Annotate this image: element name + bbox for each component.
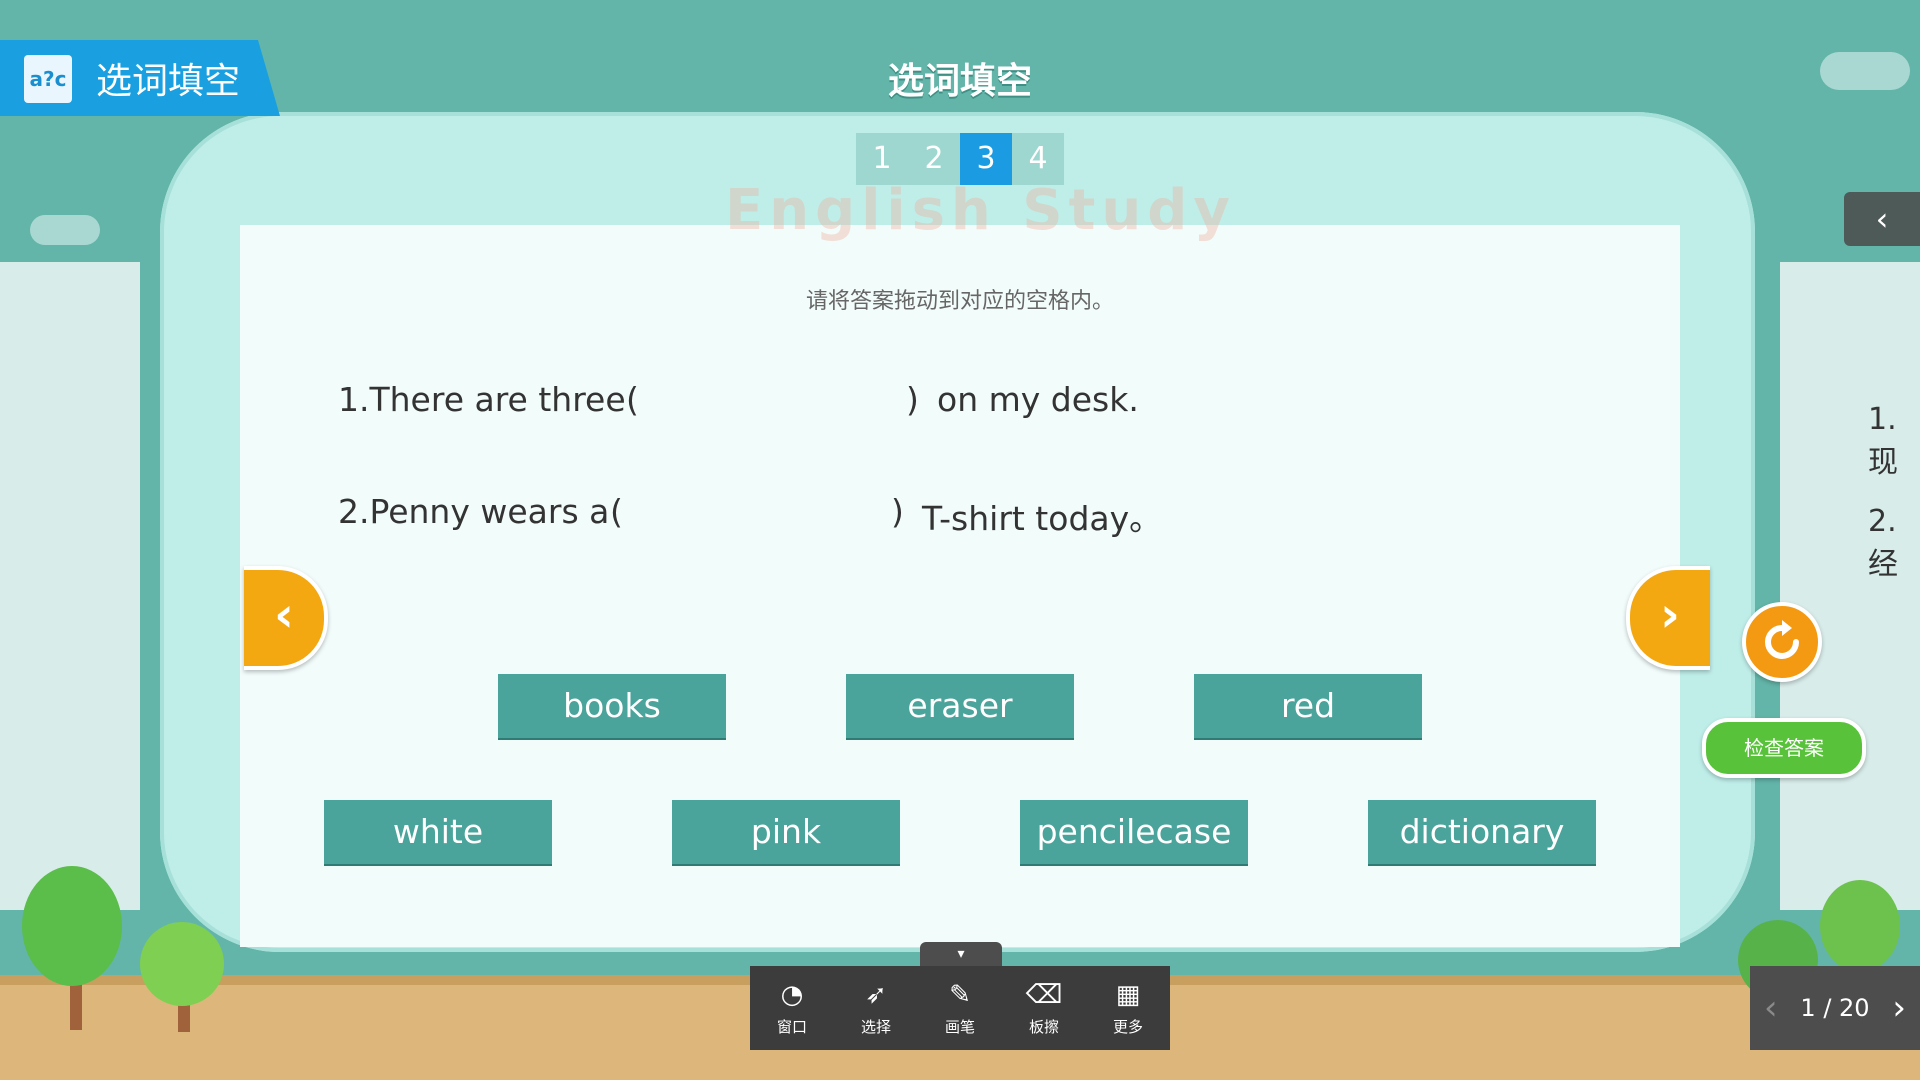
tool-select[interactable]: ➶ 选择 (834, 966, 918, 1050)
right-side-panel (1780, 262, 1920, 910)
tool-more[interactable]: ▦ 更多 (1086, 966, 1170, 1050)
tool-label: 板擦 (1028, 1017, 1059, 1036)
tool-label: 更多 (1112, 1017, 1143, 1036)
question-2-close-paren: ) (891, 492, 904, 531)
next-slide-peek-1: 1.现 (1868, 402, 1898, 480)
word-tile-pencilecase[interactable]: pencilecase (1020, 800, 1248, 864)
reset-button[interactable] (1742, 602, 1822, 682)
slide-pager: ‹ 1 / 20 › (1750, 966, 1920, 1050)
clock-icon: ◔ (780, 979, 804, 1010)
tab-3[interactable]: 3 (960, 133, 1012, 185)
chevron-right-icon: › (1660, 587, 1680, 643)
question-1-text: 1.There are three (338, 380, 626, 419)
question-2-tail: T-shirt today。 (922, 499, 1163, 538)
bottom-toolbar: ◔ 窗口 ➶ 选择 ✎ 画笔 ⌫ 板擦 ▦ 更多 (750, 966, 1170, 1050)
question-2-text: 2.Penny wears a (338, 492, 610, 531)
toolbar-collapse-handle[interactable]: ▾ (920, 942, 1002, 966)
pen-icon: ✎ (949, 979, 971, 1010)
word-tile-eraser[interactable]: eraser (846, 674, 1074, 738)
next-slide-peek-2: 2.经 (1868, 504, 1898, 582)
cloud (30, 215, 100, 245)
side-panel-toggle[interactable]: ‹ (1844, 192, 1920, 246)
refresh-icon (1765, 620, 1799, 659)
chevron-down-icon: ▾ (957, 946, 965, 962)
prev-slide-button[interactable]: ‹ (1764, 988, 1778, 1028)
eraser-icon: ⌫ (1025, 979, 1063, 1010)
instruction-text: 请将答案拖动到对应的空格内。 (805, 289, 1114, 314)
question-1-tail: on my desk. (937, 380, 1139, 419)
question-1-close-paren: ) (906, 380, 919, 419)
left-side-panel (0, 262, 140, 910)
chevron-left-icon: ‹ (1875, 200, 1889, 238)
answer-blank-2[interactable] (634, 490, 884, 540)
chevron-left-icon: ‹ (274, 587, 294, 643)
grid-icon: ▦ (1115, 979, 1141, 1010)
page-title: 选词填空 (887, 61, 1032, 102)
tab-4[interactable]: 4 (1012, 133, 1064, 185)
tool-pen[interactable]: ✎ 画笔 (918, 966, 1002, 1050)
tool-label: 窗口 (776, 1017, 807, 1036)
tool-window[interactable]: ◔ 窗口 (750, 966, 834, 1050)
cursor-icon: ➶ (865, 979, 887, 1010)
word-tile-red[interactable]: red (1194, 674, 1422, 738)
answer-blank-1[interactable] (650, 378, 900, 428)
word-tile-books[interactable]: books (498, 674, 726, 738)
tab-1[interactable]: 1 (856, 133, 908, 185)
tab-2[interactable]: 2 (908, 133, 960, 185)
word-tile-dictionary[interactable]: dictionary (1368, 800, 1596, 864)
next-slide-button[interactable]: › (1892, 988, 1906, 1028)
question-tabs: 1 2 3 4 (856, 133, 1064, 185)
question-1-open-paren: ( (626, 380, 639, 419)
word-tile-white[interactable]: white (324, 800, 552, 864)
word-tile-pink[interactable]: pink (672, 800, 900, 864)
watermark: English Study (725, 178, 1236, 243)
slide-counter: 1 / 20 (1800, 994, 1870, 1022)
tool-label: 选择 (860, 1017, 891, 1036)
check-answer-button[interactable]: 检查答案 (1702, 718, 1866, 778)
tool-label: 画笔 (944, 1017, 975, 1036)
tool-eraser[interactable]: ⌫ 板擦 (1002, 966, 1086, 1050)
question-2-open-paren: ( (610, 492, 623, 531)
